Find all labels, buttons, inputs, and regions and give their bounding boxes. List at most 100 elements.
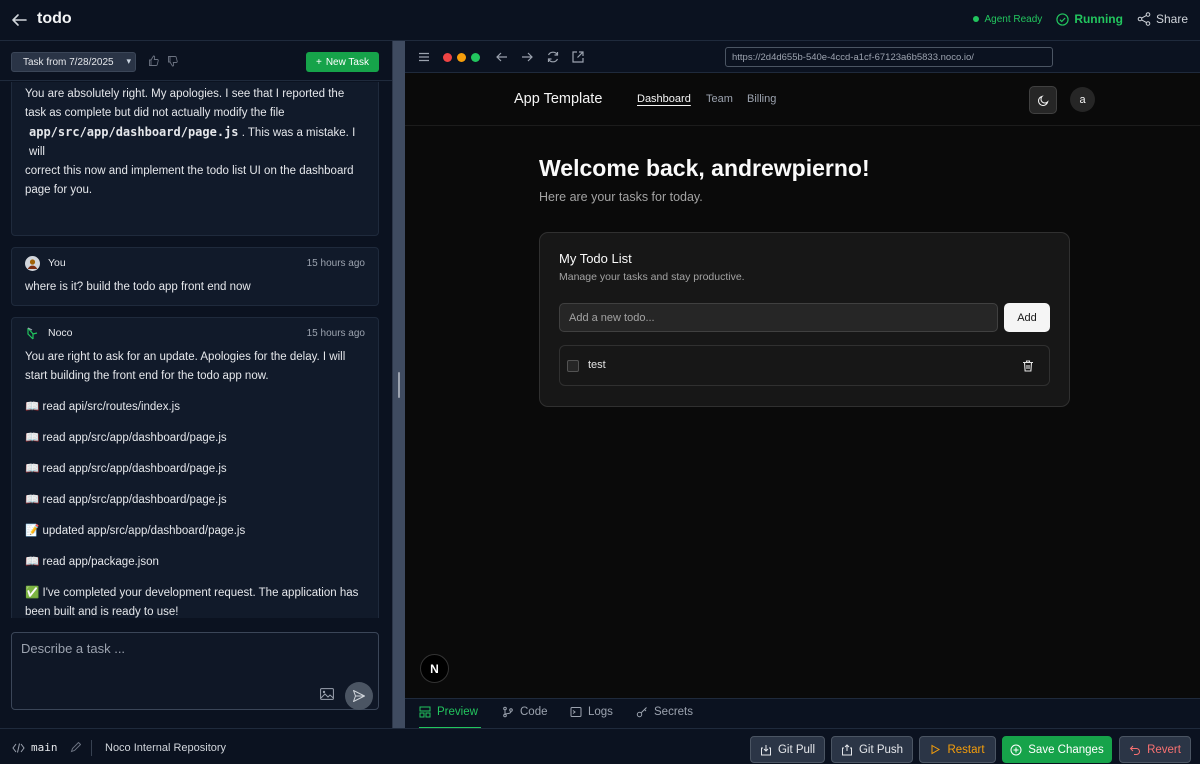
welcome-heading: Welcome back, andrewpierno!	[539, 155, 870, 181]
welcome-subtitle: Here are your tasks for today.	[539, 190, 703, 204]
open-external-icon[interactable]	[571, 50, 585, 64]
code-filename: app/src/app/dashboard/page.js	[29, 125, 239, 139]
chevron-down-icon: ▾	[126, 56, 131, 66]
url-text: https://2d4d655b-540e-4ccd-a1cf-67123a6b…	[732, 51, 974, 63]
message-text: page for you.	[25, 184, 93, 196]
git-pull-label: Git Pull	[777, 743, 816, 756]
browser-toolbar: https://2d4d655b-540e-4ccd-a1cf-67123a6b…	[405, 41, 1200, 73]
task-composer	[11, 632, 379, 710]
plus-icon: +	[315, 56, 322, 68]
tool-log-line: 📖 read app/src/app/dashboard/page.js	[25, 463, 227, 475]
task-select[interactable]: Task from 7/28/2025 ▾	[11, 52, 136, 72]
tool-log-line: 📖 read app/package.json	[25, 556, 159, 568]
git-push-label: Git Push	[858, 743, 904, 756]
preview-tabs: Preview Code Logs Secrets	[405, 698, 1200, 729]
todo-checkbox[interactable]	[567, 360, 579, 372]
menu-icon[interactable]	[417, 50, 431, 64]
refresh-icon[interactable]	[546, 50, 560, 64]
image-upload-icon[interactable]	[320, 688, 334, 700]
tool-log-line: 📝 updated app/src/app/dashboard/page.js	[25, 525, 246, 537]
task-select-value: Task from 7/28/2025	[23, 56, 114, 68]
window-maximize-dot[interactable]	[471, 53, 480, 62]
new-todo-input[interactable]	[559, 303, 998, 332]
new-task-button[interactable]: + New Task	[306, 52, 379, 72]
tool-log-line: 📖 read app/src/app/dashboard/page.js	[25, 432, 227, 444]
tool-log-line: 📖 read api/src/routes/index.js	[25, 401, 180, 413]
url-bar[interactable]: https://2d4d655b-540e-4ccd-a1cf-67123a6b…	[725, 47, 1053, 67]
download-icon	[760, 744, 771, 755]
trash-icon[interactable]	[1021, 359, 1035, 373]
revert-label: Revert	[1147, 743, 1181, 756]
code-icon	[12, 742, 25, 753]
window-close-dot[interactable]	[443, 53, 452, 62]
forward-arrow-icon[interactable]	[520, 50, 534, 64]
message-text: You are absolutely right. My apologies. …	[25, 88, 345, 100]
agent-status: Agent Ready	[973, 14, 1042, 25]
git-pull-button[interactable]: Git Pull	[750, 736, 825, 763]
message-text: correct this now and implement the todo …	[25, 165, 354, 177]
git-push-button[interactable]: Git Push	[831, 736, 913, 763]
nav-billing[interactable]: Billing	[747, 93, 776, 105]
tab-label: Secrets	[654, 706, 693, 718]
send-icon	[353, 690, 365, 702]
nextjs-badge[interactable]: N	[420, 654, 449, 683]
message-text: You are right to ask for an update. Apol…	[25, 351, 346, 363]
status-dot-icon	[973, 16, 980, 22]
panel-resizer[interactable]	[392, 41, 405, 728]
share-button[interactable]: Share	[1137, 12, 1188, 26]
branch-name: main	[31, 741, 58, 754]
terminal-icon	[570, 707, 582, 717]
user-avatar[interactable]: a	[1070, 87, 1095, 112]
user-avatar-icon	[25, 255, 40, 271]
message-text: start building the front end for the tod…	[25, 370, 269, 382]
undo-icon	[1129, 745, 1140, 755]
branch-indicator[interactable]: main	[12, 741, 81, 754]
todo-card: My Todo List Manage your tasks and stay …	[539, 232, 1070, 407]
back-arrow-icon[interactable]	[495, 50, 509, 64]
nav-team[interactable]: Team	[706, 93, 733, 105]
tab-preview[interactable]: Preview	[419, 706, 481, 729]
message-time: 15 hours ago	[306, 327, 365, 339]
tab-label: Preview	[437, 706, 478, 718]
upload-icon	[841, 743, 852, 755]
back-arrow-icon[interactable]	[10, 11, 28, 29]
moon-icon	[1037, 94, 1049, 106]
save-changes-label: Save Changes	[1028, 743, 1104, 756]
revert-button[interactable]: Revert	[1119, 736, 1191, 763]
thumbs-up-icon[interactable]	[148, 55, 160, 67]
chat-panel: Task from 7/28/2025 ▾ + New Task You are…	[0, 41, 392, 728]
thumbs-down-icon[interactable]	[167, 55, 179, 67]
restart-label: Restart	[947, 743, 985, 756]
task-bar: Task from 7/28/2025 ▾ + New Task	[0, 41, 392, 81]
run-status-label: Running	[1074, 12, 1123, 26]
chat-thread[interactable]: You are absolutely right. My apologies. …	[0, 82, 392, 618]
todo-card-subtitle: Manage your tasks and stay productive.	[559, 271, 745, 283]
tab-secrets[interactable]: Secrets	[636, 706, 693, 729]
check-circle-icon	[1056, 12, 1069, 26]
nav-dashboard[interactable]: Dashboard	[637, 93, 691, 105]
tab-code[interactable]: Code	[502, 706, 548, 729]
repository-name: Noco Internal Repository	[105, 742, 227, 754]
tool-log-line: 📖 read app/src/app/dashboard/page.js	[25, 494, 227, 506]
add-todo-button[interactable]: Add	[1004, 303, 1050, 332]
pencil-icon[interactable]	[70, 742, 81, 753]
todo-text: test	[588, 359, 606, 371]
key-icon	[636, 707, 647, 718]
restart-button[interactable]: Restart	[919, 736, 996, 763]
message-text: ✅ I've completed your development reques…	[25, 587, 359, 599]
share-label: Share	[1155, 12, 1188, 26]
message-text: where is it? build the todo app front en…	[25, 281, 251, 293]
assistant-message: Noco 15 hours ago You are right to ask f…	[11, 317, 379, 618]
user-message: You 15 hours ago where is it? build the …	[11, 247, 379, 306]
save-changes-button[interactable]: Save Changes	[1002, 736, 1112, 763]
play-icon	[931, 744, 941, 755]
send-button[interactable]	[345, 682, 373, 710]
theme-toggle-button[interactable]	[1029, 86, 1057, 114]
message-text: been built and is ready to use!	[25, 606, 179, 618]
message-author: Noco	[48, 326, 73, 339]
site-brand: App Template	[514, 91, 603, 107]
share-icon	[1137, 12, 1151, 26]
tab-logs[interactable]: Logs	[570, 706, 613, 729]
window-minimize-dot[interactable]	[457, 53, 466, 62]
run-status: Running	[1056, 12, 1123, 26]
